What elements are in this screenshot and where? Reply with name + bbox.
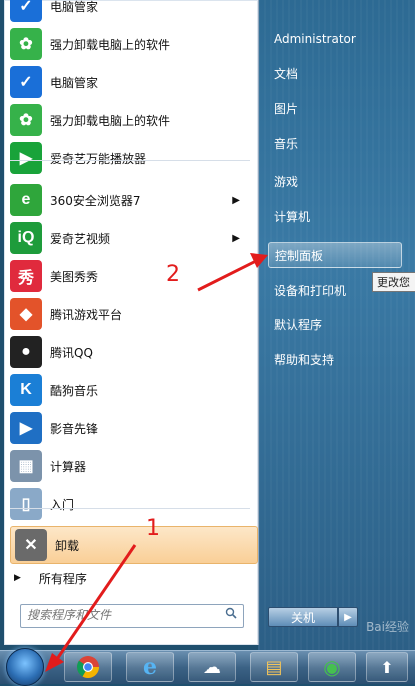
annotation-arrow-2 — [197, 258, 259, 292]
annotation-number-1: 1 — [146, 516, 160, 541]
annotation-layer — [45, 253, 268, 672]
annotation-arrowhead-2 — [250, 253, 268, 268]
annotation-arrowhead-1 — [45, 653, 64, 672]
annotation-arrow-1 — [53, 544, 137, 663]
annotation-number-2: 2 — [166, 262, 180, 287]
